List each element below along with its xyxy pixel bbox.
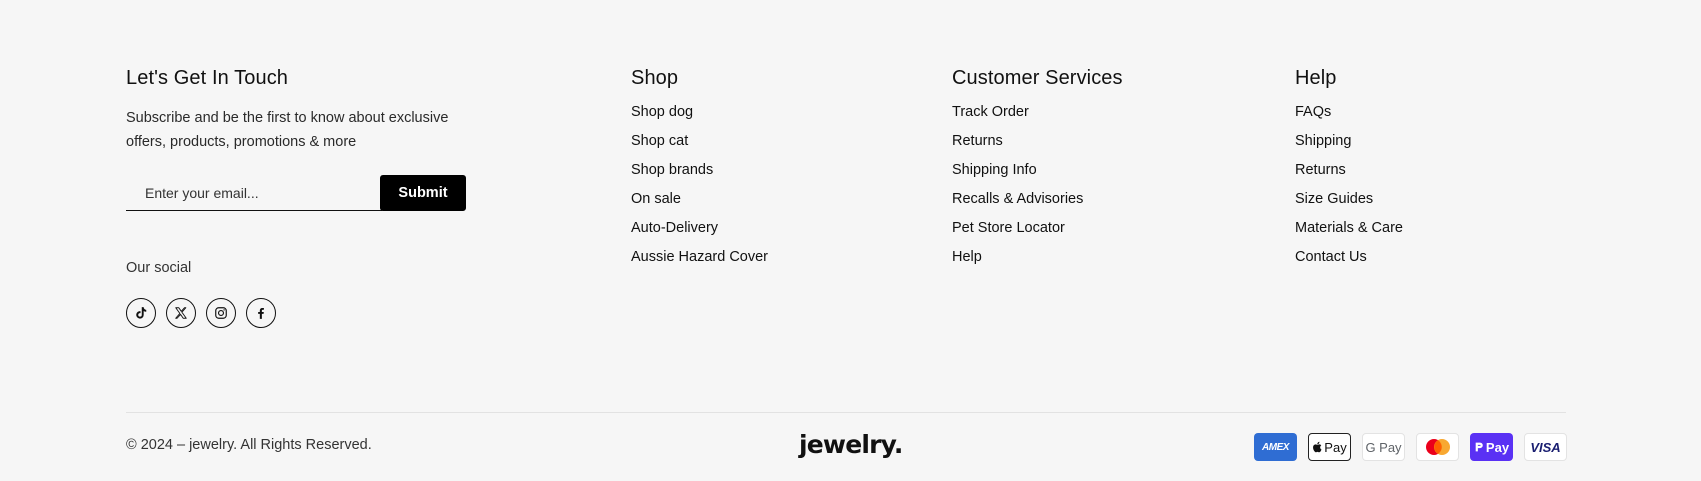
footer-divider	[126, 412, 1566, 413]
help-column: Help FAQs Shipping Returns Size Guides M…	[1295, 66, 1555, 277]
footer-link-pet-store-locator[interactable]: Pet Store Locator	[952, 219, 1252, 248]
footer-link-materials-care[interactable]: Materials & Care	[1295, 219, 1555, 248]
customer-services-title: Customer Services	[952, 67, 1123, 89]
copyright-text: © 2024 – jewelry. All Rights Reserved.	[126, 437, 372, 453]
mastercard-icon	[1416, 433, 1459, 461]
footer-link-faqs[interactable]: FAQs	[1295, 103, 1555, 132]
site-footer: Let's Get In Touch Subscribe and be the …	[0, 0, 1701, 481]
footer-link-shop-dog[interactable]: Shop dog	[631, 103, 891, 132]
footer-link-contact-us[interactable]: Contact Us	[1295, 248, 1555, 277]
instagram-icon[interactable]	[206, 298, 236, 328]
newsletter-title: Let's Get In Touch	[126, 67, 289, 89]
help-links: FAQs Shipping Returns Size Guides Materi…	[1295, 103, 1555, 277]
footer-link-shipping-info[interactable]: Shipping Info	[952, 161, 1252, 190]
x-icon[interactable]	[166, 298, 196, 328]
newsletter-column: Let's Get In Touch Subscribe and be the …	[126, 66, 486, 328]
newsletter-form: Submit	[126, 175, 466, 211]
footer-link-returns[interactable]: Returns	[1295, 161, 1555, 190]
footer-link-auto-delivery[interactable]: Auto-Delivery	[631, 219, 891, 248]
submit-button[interactable]: Submit	[380, 175, 466, 211]
amex-icon: AMEX	[1254, 433, 1297, 461]
visa-icon: VISA	[1524, 433, 1567, 461]
shop-pay-icon: Pay	[1470, 433, 1513, 461]
brand-logo[interactable]: jewelry.	[799, 428, 903, 462]
social-label: Our social	[126, 260, 192, 276]
shop-column: Shop Shop dog Shop cat Shop brands On sa…	[631, 66, 891, 277]
subscribe-description: Subscribe and be the first to know about…	[126, 110, 449, 150]
google-pay-icon: G Pay	[1362, 433, 1405, 461]
help-title: Help	[1295, 67, 1337, 89]
footer-link-shipping[interactable]: Shipping	[1295, 132, 1555, 161]
facebook-icon[interactable]	[246, 298, 276, 328]
footer-link-size-guides[interactable]: Size Guides	[1295, 190, 1555, 219]
footer-link-recalls-advisories[interactable]: Recalls & Advisories	[952, 190, 1252, 219]
footer-link-help[interactable]: Help	[952, 248, 1252, 277]
email-input[interactable]	[126, 175, 382, 211]
customer-services-column: Customer Services Track Order Returns Sh…	[952, 66, 1252, 277]
social-links	[126, 298, 486, 328]
footer-link-on-sale[interactable]: On sale	[631, 190, 891, 219]
footer-link-returns[interactable]: Returns	[952, 132, 1252, 161]
apple-pay-icon: Pay	[1308, 433, 1351, 461]
payment-methods: AMEX Pay G Pay Pay VISA	[1254, 433, 1567, 461]
shop-links: Shop dog Shop cat Shop brands On sale Au…	[631, 103, 891, 277]
shop-title: Shop	[631, 67, 679, 89]
footer-link-track-order[interactable]: Track Order	[952, 103, 1252, 132]
footer-link-shop-cat[interactable]: Shop cat	[631, 132, 891, 161]
footer-link-shop-brands[interactable]: Shop brands	[631, 161, 891, 190]
footer-link-aussie-hazard-cover[interactable]: Aussie Hazard Cover	[631, 248, 891, 277]
tiktok-icon[interactable]	[126, 298, 156, 328]
customer-services-links: Track Order Returns Shipping Info Recall…	[952, 103, 1252, 277]
